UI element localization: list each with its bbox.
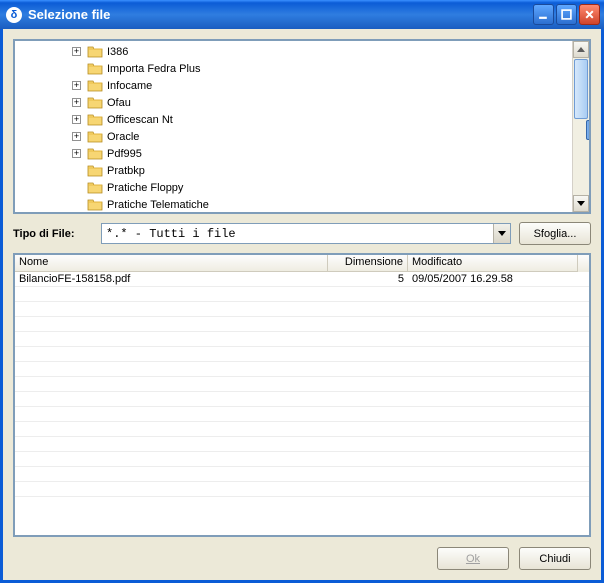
tree-item[interactable]: +I386: [87, 43, 589, 60]
folder-icon: [87, 164, 103, 177]
tree-item-label: Pratiche Telematiche: [107, 199, 209, 211]
tree-item[interactable]: +Pdf995: [87, 145, 589, 162]
tree-item[interactable]: +Oracle: [87, 128, 589, 145]
filetype-value: *.* - Tutti i file: [106, 227, 236, 241]
tree-item-label: Pratiche Floppy: [107, 182, 183, 194]
folder-icon: [87, 79, 103, 92]
folder-icon: [87, 147, 103, 160]
cell-dimensione: 5: [328, 273, 408, 285]
tree-item-label: Ofau: [107, 97, 131, 109]
blank-row: [15, 407, 589, 422]
blank-row: [15, 332, 589, 347]
ok-button[interactable]: Ok: [437, 547, 509, 570]
folder-icon: [87, 45, 103, 58]
folder-icon: [87, 96, 103, 109]
blank-row: [15, 392, 589, 407]
folder-icon: [87, 62, 103, 75]
blank-row: [15, 362, 589, 377]
blank-row: [15, 317, 589, 332]
tree-scrollbar[interactable]: [572, 41, 589, 212]
cell-modificato: 09/05/2007 16.29.58: [408, 273, 578, 285]
folder-tree[interactable]: +I386Importa Fedra Plus+Infocame+Ofau+Of…: [13, 39, 591, 214]
expand-icon[interactable]: +: [72, 98, 81, 107]
scroll-ridge-icon: [586, 120, 591, 140]
scroll-up-button[interactable]: [573, 41, 589, 58]
tree-item-label: Infocame: [107, 80, 152, 92]
tree-item[interactable]: +Infocame: [87, 77, 589, 94]
scroll-down-button[interactable]: [573, 195, 589, 212]
blank-row: [15, 302, 589, 317]
expand-icon[interactable]: +: [72, 132, 81, 141]
tree-item[interactable]: +Ofau: [87, 94, 589, 111]
tree-item-label: Pdf995: [107, 148, 142, 160]
tree-item[interactable]: Pratiche Floppy: [87, 179, 589, 196]
expand-icon[interactable]: +: [72, 81, 81, 90]
column-header-dimensione[interactable]: Dimensione: [328, 255, 408, 272]
expand-icon[interactable]: +: [72, 149, 81, 158]
folder-icon: [87, 181, 103, 194]
minimize-button[interactable]: [533, 4, 554, 25]
tree-item[interactable]: Importa Fedra Plus: [87, 60, 589, 77]
expand-icon[interactable]: +: [72, 47, 81, 56]
maximize-button[interactable]: [556, 4, 577, 25]
filetype-label: Tipo di File:: [13, 228, 93, 240]
blank-row: [15, 422, 589, 437]
tree-item[interactable]: Programmi: [87, 213, 589, 214]
tree-item-label: I386: [107, 46, 128, 58]
client-area: +I386Importa Fedra Plus+Infocame+Ofau+Of…: [0, 29, 604, 583]
expand-icon[interactable]: +: [72, 115, 81, 124]
blank-row: [15, 452, 589, 467]
file-list-header: Nome Dimensione Modificato: [15, 255, 589, 272]
blank-row: [15, 467, 589, 482]
tree-item-label: Officescan Nt: [107, 114, 173, 126]
window-controls: [533, 4, 600, 25]
blank-row: [15, 287, 589, 302]
file-list[interactable]: Nome Dimensione Modificato BilancioFE-15…: [13, 253, 591, 537]
tree-item-label: Importa Fedra Plus: [107, 63, 201, 75]
blank-row: [15, 377, 589, 392]
tree-item[interactable]: Pratiche Telematiche: [87, 196, 589, 213]
folder-icon: [87, 198, 103, 211]
scroll-thumb[interactable]: [574, 59, 588, 119]
folder-icon: [87, 113, 103, 126]
window-title: Selezione file: [28, 7, 533, 22]
browse-button[interactable]: Sfoglia...: [519, 222, 591, 245]
tree-item[interactable]: Pratbkp: [87, 162, 589, 179]
file-row[interactable]: BilancioFE-158158.pdf509/05/2007 16.29.5…: [15, 272, 589, 287]
title-bar: δ Selezione file: [0, 0, 604, 29]
filetype-combo[interactable]: *.* - Tutti i file: [101, 223, 511, 244]
column-header-nome[interactable]: Nome: [15, 255, 328, 272]
filetype-row: Tipo di File: *.* - Tutti i file Sfoglia…: [13, 222, 591, 245]
close-button[interactable]: [579, 4, 600, 25]
tree-item-label: Oracle: [107, 131, 139, 143]
blank-row: [15, 437, 589, 452]
cell-nome: BilancioFE-158158.pdf: [15, 273, 328, 285]
column-header-modificato[interactable]: Modificato: [408, 255, 578, 272]
tree-item[interactable]: +Officescan Nt: [87, 111, 589, 128]
bottom-bar: Ok Chiudi: [13, 537, 591, 570]
tree-item-label: Pratbkp: [107, 165, 145, 177]
combo-arrow-icon[interactable]: [493, 224, 510, 243]
blank-row: [15, 482, 589, 497]
app-icon: δ: [6, 7, 22, 23]
chiudi-button[interactable]: Chiudi: [519, 547, 591, 570]
blank-row: [15, 347, 589, 362]
folder-icon: [87, 130, 103, 143]
